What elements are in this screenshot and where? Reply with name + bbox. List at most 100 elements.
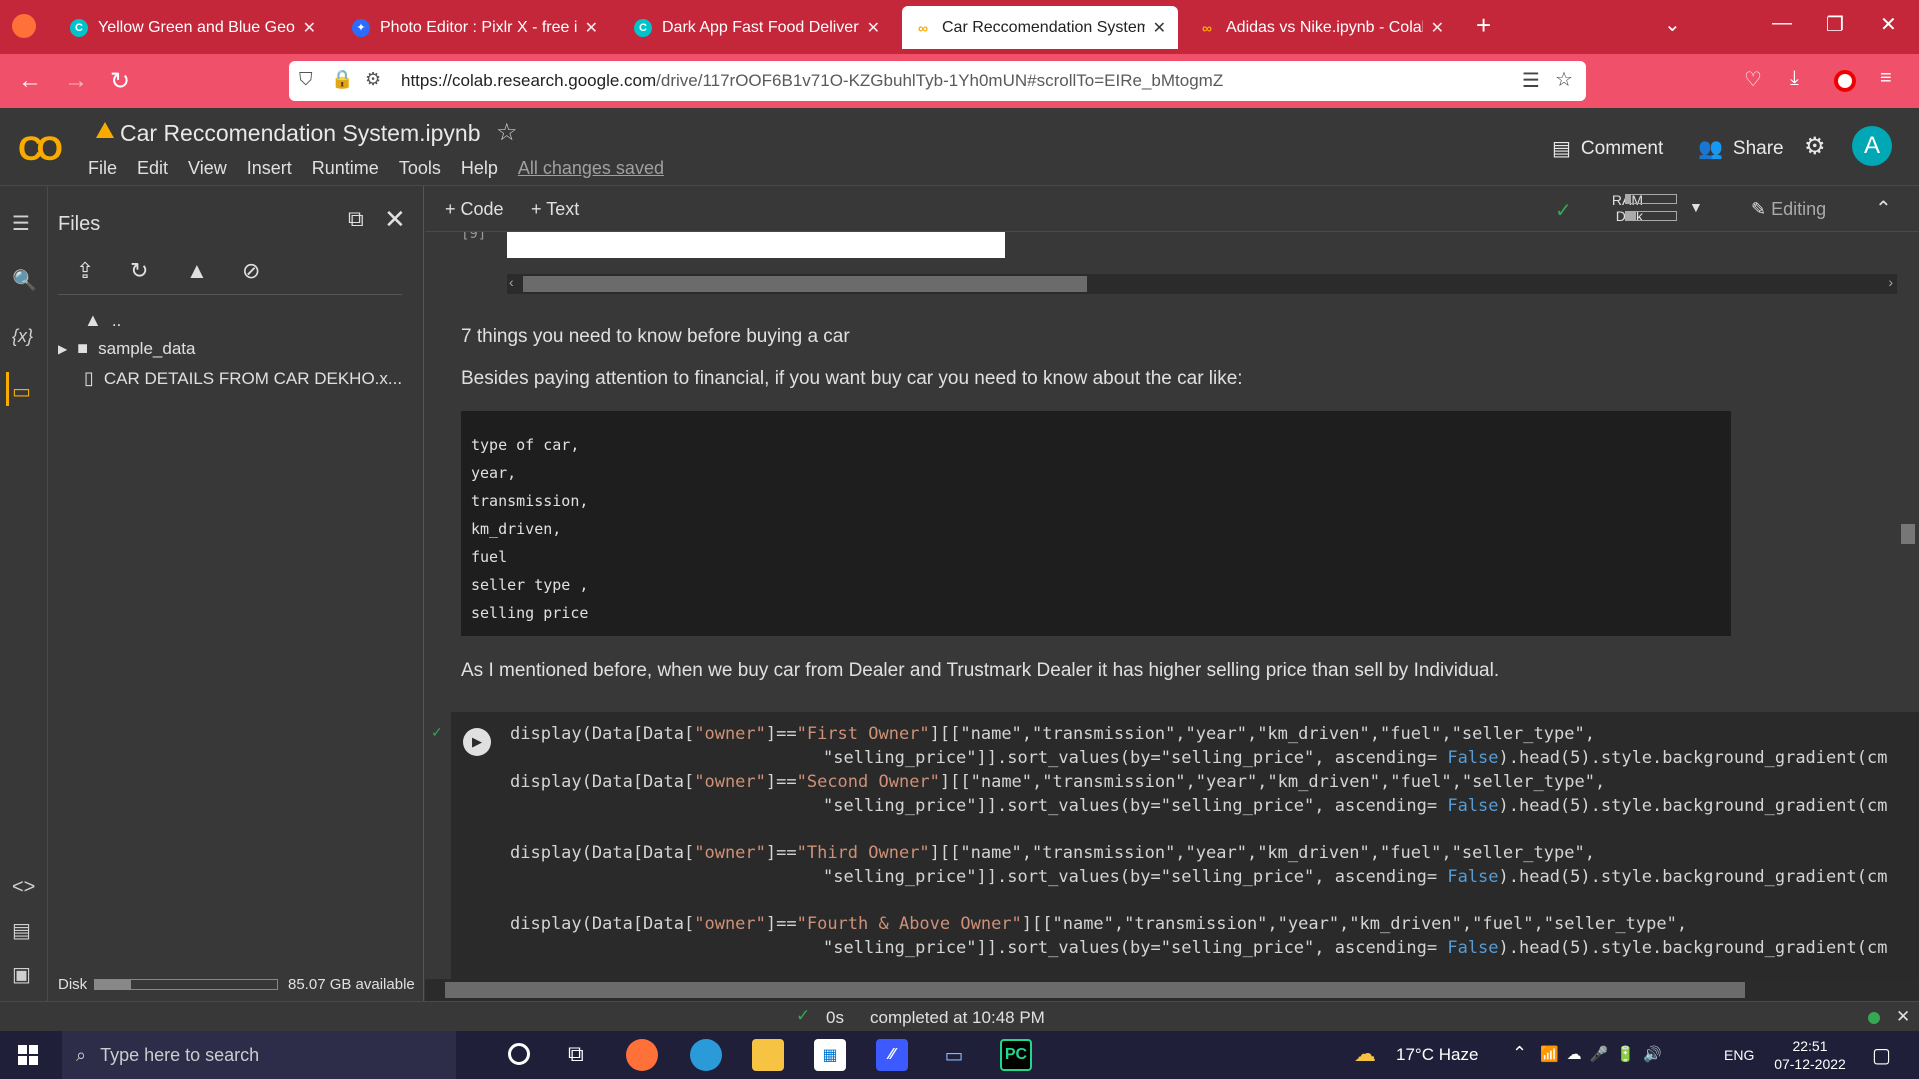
folder-icon[interactable]: ▭ <box>12 379 31 404</box>
cortana-icon[interactable] <box>508 1043 530 1065</box>
menu-insert[interactable]: Insert <box>247 158 292 179</box>
notification-icon[interactable]: ▢ <box>1872 1043 1891 1068</box>
windows-start-icon[interactable] <box>18 1045 38 1065</box>
close-icon[interactable]: ✕ <box>384 204 406 235</box>
menu-tools[interactable]: Tools <box>399 158 441 179</box>
store-icon[interactable]: ▦ <box>814 1039 846 1071</box>
markdown-code-block: type of car, year, transmission, km_driv… <box>461 411 1731 636</box>
tray-icons[interactable]: 📶☁🎤🔋🔊 <box>1540 1045 1670 1063</box>
lock-icon[interactable]: 🔒 <box>331 69 353 90</box>
chevron-right-icon[interactable]: › <box>1888 274 1893 290</box>
taskbar-search[interactable]: ⌕ Type here to search <box>62 1031 456 1079</box>
output-white-block <box>507 232 1005 258</box>
back-icon[interactable]: ← <box>18 67 42 95</box>
toc-icon[interactable]: ☰ <box>12 211 30 236</box>
close-icon[interactable]: ✕ <box>303 18 316 38</box>
star-icon[interactable]: ☆ <box>496 118 518 147</box>
app-menu-icon[interactable]: ≡ <box>1880 67 1892 90</box>
output-horizontal-scrollbar[interactable]: ‹ › <box>507 274 1897 294</box>
restore-icon[interactable]: ❐ <box>1826 12 1844 37</box>
pocket-icon[interactable]: ♡ <box>1744 67 1762 92</box>
menu-edit[interactable]: Edit <box>137 158 168 179</box>
upload-file-icon[interactable]: ⇪ <box>76 258 94 284</box>
minimize-icon[interactable]: — <box>1772 12 1792 35</box>
list-all-tabs-icon[interactable]: ⌄ <box>1664 12 1681 37</box>
browser-tab[interactable]: C Yellow Green and Blue Geometr ✕ <box>58 6 328 49</box>
browser-tab[interactable]: ✦ Photo Editor : Pixlr X - free imag ✕ <box>340 6 610 49</box>
file-explorer-icon[interactable] <box>752 1039 784 1071</box>
scrollbar-thumb[interactable] <box>523 276 1087 292</box>
menu-view[interactable]: View <box>188 158 227 179</box>
bookmark-star-icon[interactable]: ☆ <box>1555 67 1573 92</box>
run-cell-button[interactable]: ▶ <box>463 728 491 756</box>
avatar[interactable]: A <box>1852 126 1892 166</box>
firefox-menu-icon[interactable] <box>12 14 36 38</box>
extension-icon[interactable] <box>1834 70 1856 92</box>
hide-files-icon[interactable]: ⊘ <box>242 258 260 284</box>
vertical-scrollbar-thumb[interactable] <box>1901 524 1915 544</box>
downloads-icon[interactable]: ⤓ <box>1790 67 1799 90</box>
search-icon[interactable]: 🔍 <box>12 268 37 293</box>
add-text-button[interactable]: + Text <box>531 199 579 220</box>
code-cell[interactable]: ▶ display(Data[Data["owner"]=="First Own… <box>451 712 1919 1001</box>
menu-help[interactable]: Help <box>461 158 498 179</box>
menu-file[interactable]: File <box>88 158 117 179</box>
chevron-left-icon[interactable]: ‹ <box>509 274 514 290</box>
file-row-folder[interactable]: ▶ ■ sample_data <box>58 338 195 359</box>
browser-tab[interactable]: ∞ Adidas vs Nike.ipynb - Colabora ✕ <box>1186 6 1456 49</box>
reload-icon[interactable]: ↻ <box>110 67 130 96</box>
clock[interactable]: 22:51 07-12-2022 <box>1770 1037 1850 1073</box>
forward-icon[interactable]: → <box>64 67 88 95</box>
close-icon[interactable]: ✕ <box>1153 18 1166 38</box>
chevron-down-icon[interactable]: ▼ <box>1689 199 1703 215</box>
close-icon[interactable]: ✕ <box>1896 1007 1910 1027</box>
chevron-right-icon[interactable]: ▶ <box>58 342 67 356</box>
colab-logo[interactable]: CO <box>18 130 63 169</box>
cell-check-icon: ✓ <box>431 724 443 740</box>
folder-up-icon: ▲ <box>84 310 102 330</box>
address-bar[interactable]: ⛉ 🔒 ⚙ https://colab.research.google.com/… <box>289 61 1586 101</box>
close-icon[interactable]: ✕ <box>1431 18 1444 38</box>
browser-tab-active[interactable]: ∞ Car Reccomendation System.ipy ✕ <box>902 6 1178 49</box>
close-icon[interactable]: ✕ <box>867 18 880 38</box>
mount-drive-icon[interactable]: ▲ <box>186 258 208 284</box>
file-row-parent[interactable]: ▲ .. <box>84 310 121 331</box>
editing-mode-button[interactable]: ✎ Editing <box>1751 199 1826 220</box>
language-indicator[interactable]: ENG <box>1724 1047 1754 1063</box>
comment-button[interactable]: ▤ Comment <box>1552 136 1663 161</box>
scrollbar-thumb[interactable] <box>445 982 1745 998</box>
close-window-icon[interactable]: ✕ <box>1880 12 1897 37</box>
menu-runtime[interactable]: Runtime <box>312 158 379 179</box>
file-row-file[interactable]: ▯ CAR DETAILS FROM CAR DEKHO.x... <box>84 368 402 389</box>
settings-gear-icon[interactable]: ⚙ <box>1804 132 1826 161</box>
terminal-icon[interactable]: ▣ <box>12 962 31 987</box>
weather-text[interactable]: 17°C Haze <box>1396 1045 1478 1065</box>
open-in-tab-icon[interactable]: ⧉ <box>348 206 364 232</box>
firefox-icon[interactable] <box>626 1039 658 1071</box>
share-button[interactable]: 👥 Share <box>1698 136 1784 161</box>
new-tab-icon[interactable]: + <box>1476 10 1491 41</box>
add-code-button[interactable]: + Code <box>445 199 504 220</box>
app-icon[interactable]: ▭ <box>938 1039 970 1071</box>
save-status[interactable]: All changes saved <box>518 158 664 179</box>
notebook-area[interactable]: [9] ‹ › 7 things you need to know before… <box>425 232 1919 1001</box>
refresh-folder-icon[interactable]: ↻ <box>130 258 148 284</box>
cell-horizontal-scrollbar[interactable] <box>425 979 1919 1001</box>
shield-icon[interactable]: ⛉ <box>299 69 313 90</box>
notebook-title[interactable]: Car Reccomendation System.ipynb <box>120 120 481 147</box>
permissions-icon[interactable]: ⚙ <box>365 69 381 90</box>
reader-view-icon[interactable]: ☰ <box>1522 68 1540 93</box>
close-icon[interactable]: ✕ <box>585 18 598 38</box>
tray-chevron-icon[interactable]: ⌃ <box>1512 1043 1527 1064</box>
edge-icon[interactable] <box>690 1039 722 1071</box>
weather-icon[interactable]: ☁ <box>1354 1041 1376 1067</box>
files-title: Files <box>58 213 101 235</box>
task-view-icon[interactable]: ⧉ <box>568 1041 584 1067</box>
pycharm-icon[interactable]: PC <box>1000 1039 1032 1071</box>
chevron-up-icon[interactable]: ⌃ <box>1875 196 1892 221</box>
app-icon[interactable]: ∕∕ <box>876 1039 908 1071</box>
command-palette-icon[interactable]: ▤ <box>12 918 31 943</box>
code-snippets-icon[interactable]: <> <box>12 876 35 899</box>
browser-tab[interactable]: C Dark App Fast Food Delivery Ins ✕ <box>622 6 892 49</box>
variables-icon[interactable]: {x} <box>12 326 33 347</box>
